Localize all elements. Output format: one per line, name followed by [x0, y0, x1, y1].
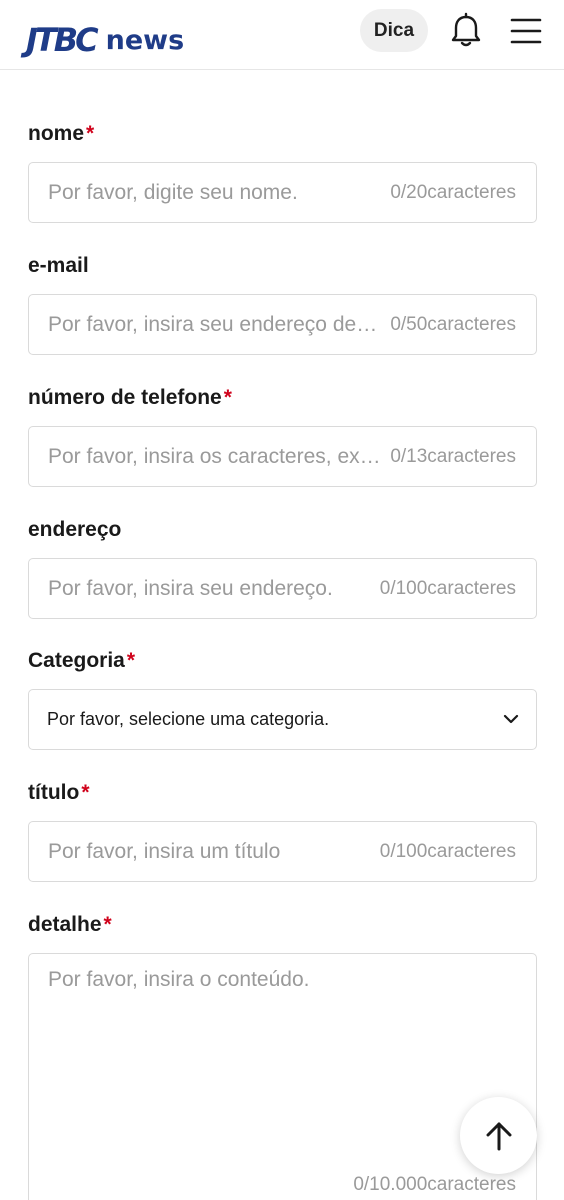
address-label: endereço	[28, 518, 121, 542]
hamburger-menu-icon[interactable]	[508, 14, 544, 48]
detail-counter: 0/10.000caracteres	[353, 1174, 516, 1195]
phone-label-text: número de telefone	[28, 386, 222, 409]
email-input[interactable]	[48, 295, 378, 354]
title-input[interactable]	[48, 822, 368, 881]
category-selected-value: Por favor, selecione uma categoria.	[47, 709, 330, 729]
email-label: e-mail	[28, 254, 89, 278]
name-counter: 0/20caracteres	[390, 182, 516, 203]
required-mark: *	[86, 122, 95, 145]
name-field: 0/20caracteres	[28, 162, 537, 223]
phone-input[interactable]	[48, 427, 383, 486]
scroll-to-top-button[interactable]	[460, 1097, 537, 1174]
required-mark: *	[126, 649, 136, 672]
chevron-down-icon	[503, 714, 519, 724]
address-counter: 0/100caracteres	[379, 578, 516, 599]
title-counter: 0/100caracteres	[379, 841, 516, 862]
name-input[interactable]	[48, 163, 378, 222]
name-label-text: nome	[28, 122, 85, 145]
logo-news-text: news	[105, 25, 185, 56]
bell-icon[interactable]	[448, 12, 484, 50]
title-field: 0/100caracteres	[28, 821, 537, 882]
phone-label: número de telefone*	[28, 386, 232, 410]
category-select[interactable]: Por favor, selecione uma categoria.	[28, 689, 537, 750]
header: JTBC news Dica	[0, 0, 564, 70]
dica-button[interactable]: Dica	[360, 9, 428, 52]
email-field: 0/50caracteres	[28, 294, 537, 355]
required-mark: *	[81, 781, 90, 804]
category-label: Categoria*	[28, 649, 135, 673]
logo-mark: JTBC	[26, 21, 99, 59]
category-label-text: Categoria	[28, 649, 125, 672]
phone-counter: 0/13caracteres	[390, 446, 516, 467]
address-field: 0/100caracteres	[28, 558, 537, 619]
address-label-text: endereço	[28, 518, 122, 541]
detail-textarea[interactable]	[48, 968, 518, 1168]
title-label-text: título	[28, 781, 80, 804]
email-counter: 0/50caracteres	[390, 314, 516, 335]
detail-label-text: detalhe	[28, 913, 102, 936]
phone-field: 0/13caracteres	[28, 426, 537, 487]
email-label-text: e-mail	[28, 254, 89, 277]
jtbc-news-logo[interactable]: JTBC news	[26, 16, 184, 56]
detail-field: 0/10.000caracteres	[28, 953, 537, 1200]
address-input[interactable]	[48, 559, 368, 618]
detail-label: detalhe*	[28, 913, 112, 937]
arrow-up-icon	[486, 1122, 511, 1150]
title-label: título*	[28, 781, 90, 805]
required-mark: *	[103, 913, 112, 936]
name-label: nome*	[28, 122, 94, 146]
required-mark: *	[223, 386, 232, 409]
